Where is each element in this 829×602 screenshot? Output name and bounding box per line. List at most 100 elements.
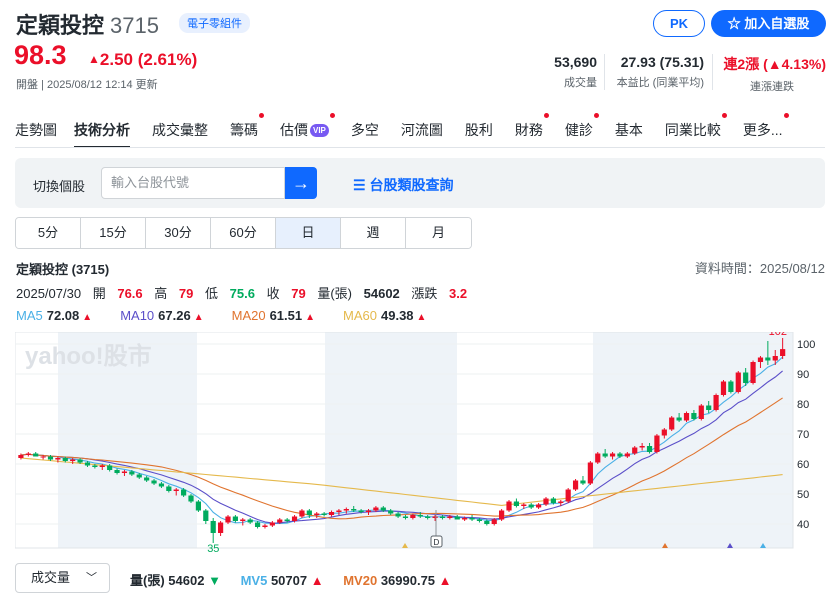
min-price-label: 35 — [207, 543, 219, 552]
candle-body — [77, 459, 83, 463]
candle-body — [558, 501, 564, 503]
candle-body — [158, 483, 165, 487]
candle-body — [99, 465, 105, 467]
period-tab-6[interactable]: 月 — [406, 218, 471, 248]
candle-body — [410, 515, 416, 518]
candle-body — [107, 465, 113, 470]
candle-body — [217, 522, 224, 533]
candlestick-chart[interactable]: 100 90 80 70 60 50 40 yahoo!股市 102 35 D — [15, 332, 825, 552]
notification-dot — [783, 113, 789, 118]
candle-body — [136, 474, 142, 478]
candle-body — [750, 362, 756, 383]
up-arrow-icon: ▲ — [82, 312, 93, 323]
candle-body — [535, 504, 542, 508]
star-icon: ☆ — [727, 16, 741, 31]
period-tab-4[interactable]: 日 — [276, 218, 341, 248]
list-icon: ☰ — [353, 177, 366, 193]
candle-body — [757, 357, 764, 362]
candle-body — [225, 516, 231, 523]
candle-body — [92, 465, 98, 467]
candle-body — [720, 381, 727, 395]
nav-tab-9[interactable]: 健診 — [565, 113, 599, 148]
nav-tab-1[interactable]: 技術分析 — [74, 120, 130, 148]
period-tab-0[interactable]: 5分 — [16, 218, 81, 248]
candle-body — [336, 510, 342, 512]
nav-tab-8[interactable]: 財務 — [515, 113, 549, 148]
candle-body — [499, 510, 505, 520]
nav-tab-3[interactable]: 籌碼 — [230, 113, 264, 148]
candle-body — [617, 453, 623, 457]
up-arrow-icon: ▲ — [438, 573, 452, 588]
candle-body — [646, 446, 653, 452]
nav-tab-0[interactable]: 走勢圖 — [15, 120, 57, 148]
candle-body — [232, 516, 238, 521]
price-change: ▲2.50 (2.61%) — [88, 50, 198, 69]
max-price-label: 102 — [769, 332, 787, 338]
candle-body — [661, 429, 667, 436]
ohlc-date: 2025/07/30 — [16, 286, 82, 301]
y-tick-label: 40 — [797, 519, 809, 531]
nav-tab-12[interactable]: 更多... — [743, 113, 789, 148]
nav-tab-7[interactable]: 股利 — [465, 120, 493, 148]
nav-tab-4[interactable]: 估價 VIP — [280, 113, 335, 148]
ohlc-open: 開 76.6 — [92, 286, 143, 301]
industry-badge[interactable]: 電子零組件 — [179, 13, 250, 33]
candle-body — [595, 453, 601, 463]
up-arrow-icon: ▲ — [305, 312, 316, 323]
candle-body — [195, 501, 202, 511]
candle-body — [210, 521, 216, 533]
candle-body — [654, 435, 660, 452]
candle-body — [432, 516, 438, 518]
nav-tab-6[interactable]: 河流圖 — [401, 120, 443, 148]
nav-divider — [15, 147, 825, 148]
ohlc-high: 高 79 — [154, 286, 194, 301]
period-tab-1[interactable]: 15分 — [81, 218, 146, 248]
candle-body — [632, 447, 638, 454]
stock-title: 定穎投控 3715 — [16, 8, 159, 40]
ohlc-close: 收 79 — [266, 286, 306, 301]
nav-tab-11[interactable]: 同業比較 — [665, 113, 727, 148]
notification-dot — [259, 113, 264, 118]
pk-button[interactable]: PK — [653, 10, 705, 37]
candle-body — [447, 516, 453, 518]
down-arrow-icon: ▼ — [208, 573, 221, 588]
candle-body — [765, 357, 771, 361]
candle-body — [639, 446, 645, 448]
stock-code: 3715 — [110, 13, 159, 38]
nav-tab-5[interactable]: 多空 — [351, 120, 379, 148]
stock-search-input[interactable]: 輸入台股代號 — [101, 167, 285, 199]
candle-body — [572, 480, 579, 490]
candle-body — [402, 516, 409, 518]
candle-body — [306, 510, 312, 515]
candle-body — [513, 501, 520, 506]
candle-body — [683, 413, 690, 421]
candle-body — [314, 513, 320, 515]
stock-name: 定穎投控 — [16, 13, 105, 38]
ohlc-low: 低 75.6 — [205, 286, 255, 301]
y-tick-label: 70 — [797, 429, 809, 441]
add-watchlist-button[interactable]: ☆ 加入自選股 — [711, 10, 826, 37]
nav-tab-10[interactable]: 基本 — [615, 120, 643, 148]
candle-body — [439, 516, 446, 518]
period-tab-2[interactable]: 30分 — [146, 218, 211, 248]
month-band — [593, 332, 793, 548]
candle-body — [713, 395, 719, 410]
candle-body — [528, 504, 534, 508]
period-tab-3[interactable]: 60分 — [211, 218, 276, 248]
nav-tab-2[interactable]: 成交彙整 — [152, 120, 208, 148]
candle-body — [462, 518, 468, 520]
category-query-link[interactable]: ☰ 台股類股查詢 — [353, 175, 453, 195]
up-arrow-icon: ▲ — [88, 52, 100, 66]
period-tabs: 5分 15分 30分 60分日週月 — [15, 217, 472, 249]
candle-body — [181, 489, 187, 496]
indicator-select[interactable]: 成交量 ﹀ — [15, 563, 110, 593]
candle-body — [728, 381, 734, 392]
notification-dot — [721, 113, 727, 118]
candle-body — [609, 453, 616, 457]
ma-legend: MA5 72.08 ▲ MA10 67.26 ▲ MA20 61.51 ▲ MA60 49.38 ▲ — [16, 308, 454, 323]
search-submit-button[interactable]: → — [285, 167, 317, 199]
period-tab-5[interactable]: 週 — [341, 218, 406, 248]
candle-body — [669, 417, 675, 430]
candle-body — [373, 507, 379, 511]
candle-body — [425, 516, 431, 518]
